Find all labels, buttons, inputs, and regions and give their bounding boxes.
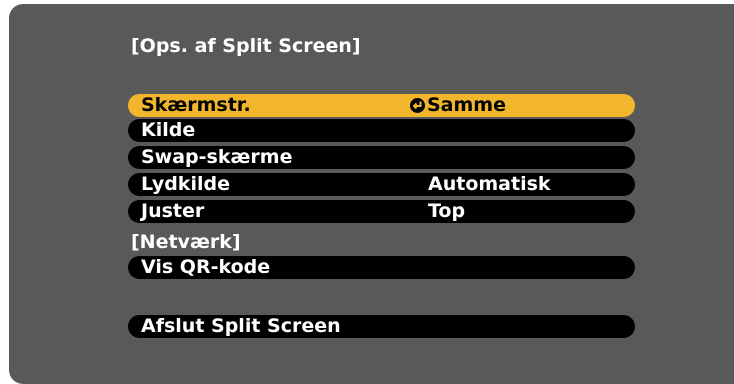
menu-item-value: Samme (410, 94, 506, 117)
menu-item-value: Automatisk (428, 173, 551, 195)
menu-item-align[interactable]: Juster Top (128, 200, 635, 223)
menu-item-label: Lydkilde (141, 173, 230, 195)
menu-item-label: Vis QR-kode (141, 256, 271, 278)
menu-item-screen-size[interactable]: Skærmstr. Samme (128, 94, 635, 117)
menu-item-swap-screens[interactable]: Swap-skærme (128, 146, 635, 169)
menu-item-label: Swap-skærme (141, 146, 293, 168)
menu-item-show-qr-code[interactable]: Vis QR-kode (128, 256, 635, 279)
menu-item-label: Afslut Split Screen (141, 315, 341, 337)
exit-split-screen-button[interactable]: Afslut Split Screen (128, 315, 635, 338)
menu-item-value: Top (428, 200, 466, 222)
menu-item-label: Skærmstr. (141, 94, 251, 116)
network-section-heading: [Netværk] (131, 231, 241, 253)
menu-title: [Ops. af Split Screen] (131, 35, 361, 57)
enter-icon (410, 98, 425, 113)
menu-item-source[interactable]: Kilde (128, 119, 635, 142)
menu-item-audio-source[interactable]: Lydkilde Automatisk (128, 173, 635, 196)
menu-item-label: Juster (141, 200, 205, 222)
menu-item-label: Kilde (141, 119, 196, 141)
